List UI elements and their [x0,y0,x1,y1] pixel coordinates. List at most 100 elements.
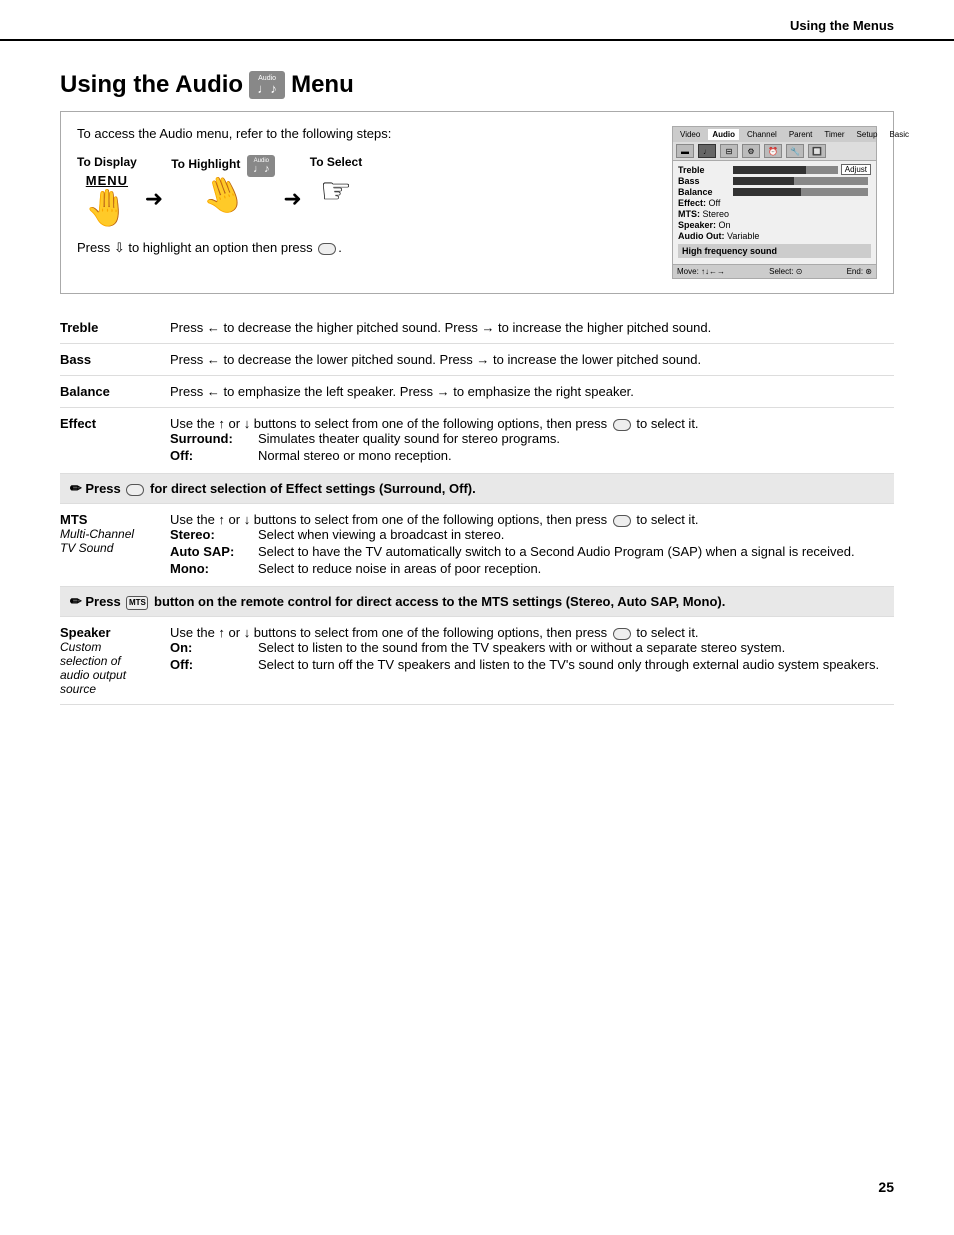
tv-tab-video: Video [676,129,704,140]
treble-def: Press ← to decrease the higher pitched s… [170,312,894,344]
effect-surround-key: Surround: [170,431,250,446]
highlight-icon-inline: Audio ♩♪ [247,155,275,177]
tv-icon-4: ⚙ [742,144,760,158]
mts-autosap-val: Select to have the TV automatically swit… [258,544,894,559]
speaker-options: On: Select to listen to the sound from t… [170,640,894,672]
mts-term: MTS Multi-ChannelTV Sound [60,504,170,587]
tv-content: Treble Adjust Bass [673,161,876,264]
mts-sub: Multi-ChannelTV Sound [60,527,160,555]
effect-options: Surround: Simulates theater quality soun… [170,431,894,463]
tv-icon-1: ▬ [676,144,694,158]
tv-mts-row: MTS: Stereo [678,209,871,219]
balance-term: Balance [60,376,170,408]
tv-bass-bar [733,177,868,185]
tv-balance-row: Balance [678,187,871,197]
tv-icon-5: ⏰ [764,144,782,158]
intro-box: To access the Audio menu, refer to the f… [60,111,894,294]
tv-treble-label: Treble [678,165,733,175]
tv-panel: Video Audio Channel Parent Timer Setup B… [672,126,877,279]
note-effect-row: ✏ Press for direct selection of Effect s… [60,474,894,504]
row-effect: Effect Use the ↑ or ↓ buttons to select … [60,408,894,474]
tv-tab-channel: Channel [743,129,781,140]
intro-text: To access the Audio menu, refer to the f… [77,126,656,141]
page-header: Using the Menus [0,0,954,41]
speaker-off-val: Select to turn off the TV speakers and l… [258,657,894,672]
tv-treble-fill [733,166,806,174]
tv-bass-row: Bass [678,176,871,186]
effect-def: Use the ↑ or ↓ buttons to select from on… [170,408,894,474]
tv-tab-basic: Basic [885,129,913,140]
page-title-before: Using the Audio [60,71,243,99]
content-table: Treble Press ← to decrease the higher pi… [60,312,894,705]
tv-balance-fill [733,188,801,196]
select-btn-effect [613,419,631,431]
tv-tab-bar: Video Audio Channel Parent Timer Setup B… [673,127,876,142]
row-balance: Balance Press ← to emphasize the left sp… [60,376,894,408]
tv-icon-6: 🔧 [786,144,804,158]
tv-tab-timer: Timer [820,129,848,140]
tv-balance-label: Balance [678,187,733,197]
mts-remote-btn: MTS [126,596,148,610]
mts-def: Use the ↑ or ↓ buttons to select from on… [170,504,894,587]
tv-move-label: Move: ↑↓←→ [677,267,725,276]
select-button-icon [318,243,336,255]
tv-speaker-row: Speaker: On [678,220,871,230]
select-btn-mts [613,515,631,527]
tv-tab-parent: Parent [785,129,817,140]
row-mts: MTS Multi-ChannelTV Sound Use the ↑ or ↓… [60,504,894,587]
row-speaker: Speaker Customselection ofaudio outputso… [60,617,894,705]
speaker-on-val: Select to listen to the sound from the T… [258,640,894,655]
speaker-sub: Customselection ofaudio outputsource [60,640,160,696]
tv-bottom-bar: Move: ↑↓←→ Select: ⊙ End: ⊛ [673,264,876,278]
tv-effect-row: Effect: Off [678,198,871,208]
arrow-1: ➜ [145,186,163,212]
menu-text: MENU [86,173,128,188]
tv-treble-row: Treble Adjust [678,164,871,175]
mts-mono-val: Select to reduce noise in areas of poor … [258,561,894,576]
speaker-term: Speaker Customselection ofaudio outputso… [60,617,170,705]
step-select: To Select ☞ [310,155,362,209]
effect-off: Off: Normal stereo or mono reception. [170,448,894,463]
page-container: Using the Menus Using the Audio Audio ♩♪… [0,0,954,1235]
audio-menu-icon-badge: Audio ♩♪ [249,71,285,99]
note-effect-icon: ✏ [70,480,82,496]
tv-bass-fill [733,177,794,185]
arrow-2: ➜ [283,186,301,212]
row-treble: Treble Press ← to decrease the higher pi… [60,312,894,344]
tv-bass-label: Bass [678,176,733,186]
mts-mono-key: Mono: [170,561,250,576]
speaker-on: On: Select to listen to the sound from t… [170,640,894,655]
effect-term: Effect [60,408,170,474]
tv-tab-setup: Setup [853,129,882,140]
tv-icon-3: ⊟ [720,144,738,158]
tv-icon-7: 🔲 [808,144,826,158]
main-content: Using the Audio Audio ♩♪ Menu To access … [0,41,954,745]
mts-stereo: Stereo: Select when viewing a broadcast … [170,527,894,542]
step-highlight: To Highlight Audio ♩♪ 🤚 [171,155,275,213]
page-title-row: Using the Audio Audio ♩♪ Menu [60,71,894,99]
mts-autosap-key: Auto SAP: [170,544,250,559]
note-mts-icon: ✏ [70,593,82,609]
speaker-off: Off: Select to turn off the TV speakers … [170,657,894,672]
hand-select-icon: ☞ [320,173,352,209]
tv-treble-bar [733,166,838,174]
steps-row: To Display MENU 🤚 ➜ To Highlight Audio [77,155,656,226]
press-note: Press ⇩ to highlight an option then pres… [77,240,656,256]
speaker-off-key: Off: [170,657,250,672]
tv-icons-row: ▬ ♩ ⊟ ⚙ ⏰ 🔧 🔲 [673,142,876,161]
mts-stereo-key: Stereo: [170,527,250,542]
menu-label-box: MENU 🤚 [84,173,129,226]
tv-adjust-btn: Adjust [841,164,871,175]
tv-balance-bar [733,188,868,196]
select-btn-speaker [613,628,631,640]
effect-off-key: Off: [170,448,250,463]
tv-audioout-row: Audio Out: Variable [678,231,871,241]
mts-mono: Mono: Select to reduce noise in areas of… [170,561,894,576]
tv-highlight-row: High frequency sound [678,244,871,258]
tv-menu-screen: Video Audio Channel Parent Timer Setup B… [672,126,877,279]
mts-autosap: Auto SAP: Select to have the TV automati… [170,544,894,559]
effect-off-val: Normal stereo or mono reception. [258,448,894,463]
row-bass: Bass Press ← to decrease the lower pitch… [60,344,894,376]
note-mts-cell: ✏ Press MTS button on the remote control… [60,587,894,617]
bass-def: Press ← to decrease the lower pitched so… [170,344,894,376]
